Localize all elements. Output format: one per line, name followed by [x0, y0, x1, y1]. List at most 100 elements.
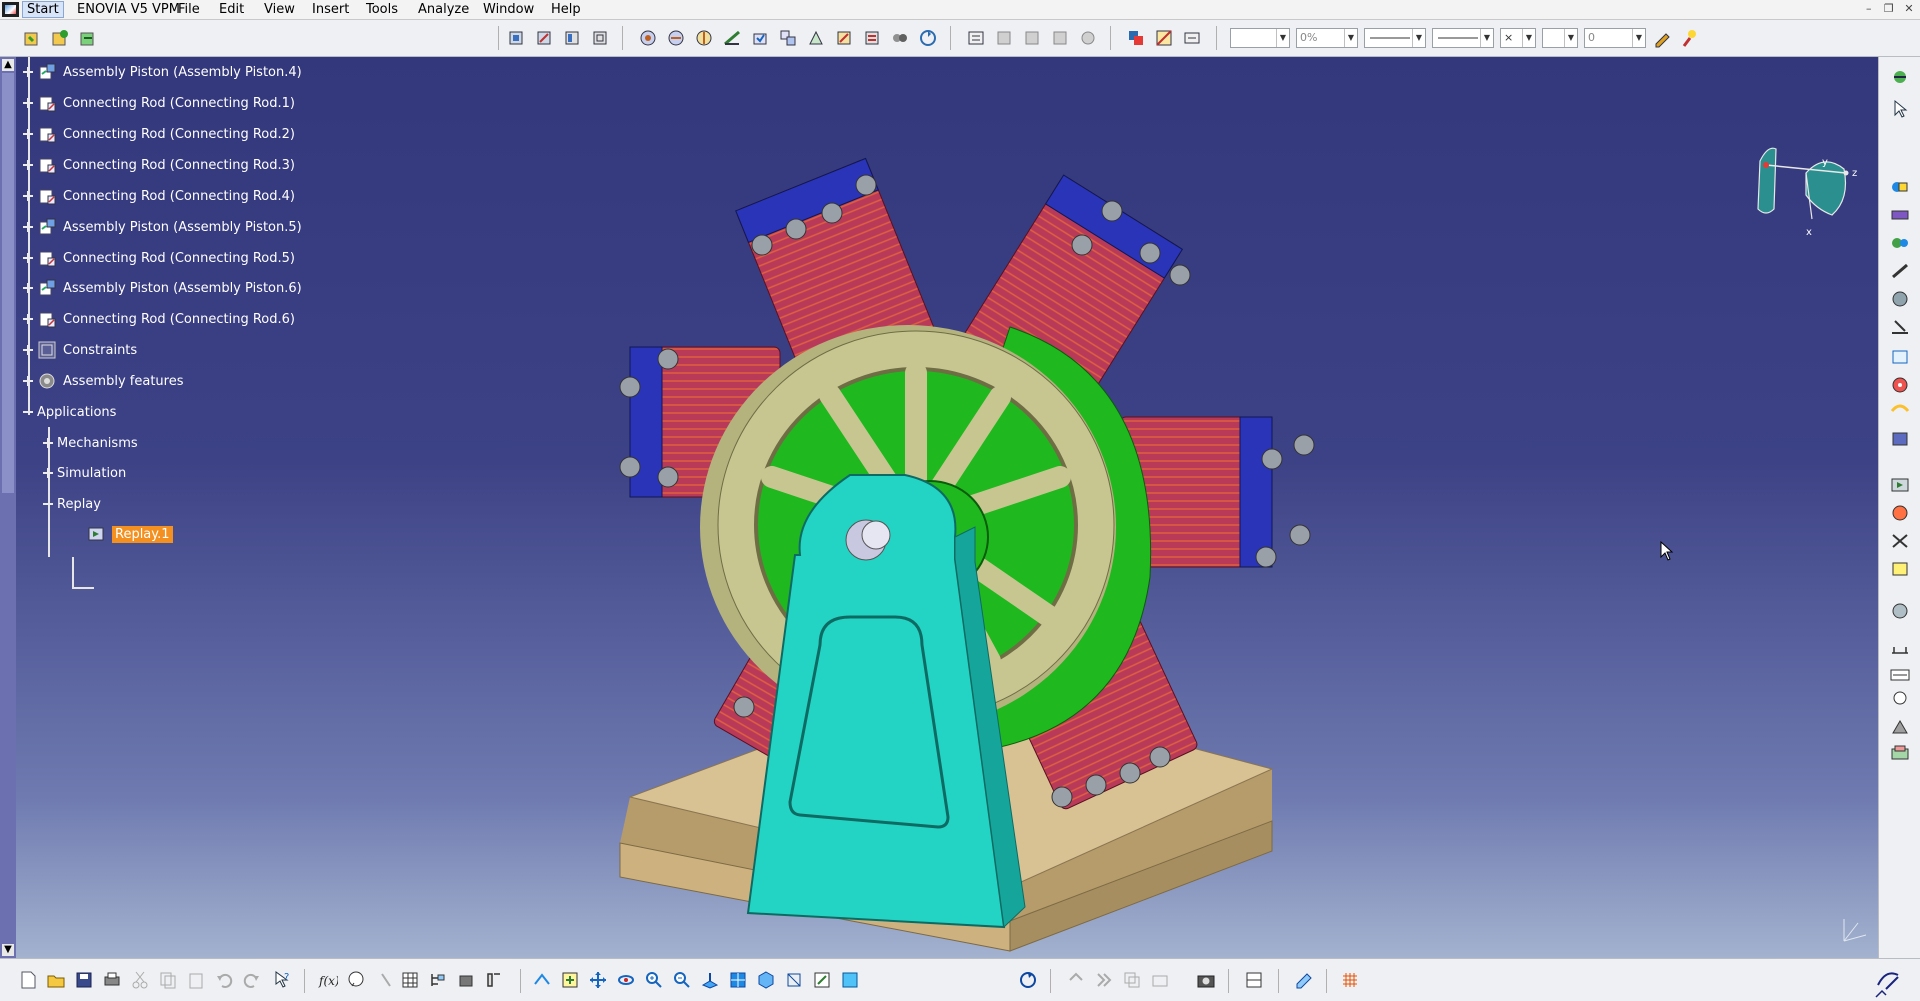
menu-tools[interactable]: Tools	[366, 2, 398, 17]
update-icon[interactable]	[918, 28, 938, 48]
open-folder-icon[interactable]	[46, 970, 66, 990]
tree-item-replay-1[interactable]: Replay.1	[86, 523, 173, 545]
fly-mode-icon[interactable]	[532, 970, 552, 990]
quick-constraint-icon[interactable]	[806, 28, 826, 48]
catia-start-icon[interactable]	[2, 2, 19, 17]
linewidth-combo[interactable]: ▼	[1364, 28, 1426, 48]
expand-icon[interactable]	[23, 283, 33, 293]
3d-viewport[interactable]: ▲ ▼ Assembly Piston (Assembly Piston.4) …	[0, 57, 1878, 958]
collapse-icon[interactable]	[43, 499, 53, 509]
color-combo[interactable]: ▼	[1230, 28, 1290, 48]
compile-simulation-icon[interactable]	[1889, 503, 1911, 523]
tree-item[interactable]: Connecting Rod (Connecting Rod.2)	[23, 123, 295, 145]
contact-constraint-icon[interactable]	[666, 28, 686, 48]
scroll-up-arrow-icon[interactable]: ▲	[2, 59, 14, 71]
pan-icon[interactable]	[588, 970, 608, 990]
change-constraint-icon[interactable]	[862, 28, 882, 48]
tree-item-mechanisms[interactable]: Mechanisms	[43, 432, 138, 454]
undo-icon[interactable]	[214, 970, 234, 990]
copy-icon[interactable]	[158, 970, 178, 990]
forward-icon[interactable]	[1094, 970, 1114, 990]
snap-icon[interactable]	[1022, 28, 1042, 48]
transparency-combo[interactable]: 0% ▼	[1296, 28, 1358, 48]
expand-icon[interactable]	[23, 253, 33, 263]
cable-joint-icon[interactable]	[1889, 401, 1911, 421]
zoom-out-icon[interactable]	[672, 970, 692, 990]
analysis-icon[interactable]	[1889, 67, 1911, 87]
properties-icon[interactable]	[484, 970, 504, 990]
distance-analysis-icon[interactable]	[1182, 28, 1202, 48]
capture-icon[interactable]	[1196, 970, 1216, 990]
expand-icon[interactable]	[23, 222, 33, 232]
specification-tree[interactable]: ▲ ▼ Assembly Piston (Assembly Piston.4) …	[0, 57, 330, 958]
flexible-sub-assembly-icon[interactable]	[834, 28, 854, 48]
multi-view-icon[interactable]	[728, 970, 748, 990]
menu-edit[interactable]: Edit	[219, 2, 244, 17]
tree-item[interactable]: Assembly Piston (Assembly Piston.6)	[23, 277, 302, 299]
layer-combo[interactable]: 0 ▼	[1584, 28, 1646, 48]
expand-icon[interactable]	[23, 67, 33, 77]
cylindrical-joint-icon[interactable]	[1889, 233, 1911, 253]
collapse-icon[interactable]	[23, 407, 33, 417]
expand-icon[interactable]	[23, 314, 33, 324]
menu-analyze[interactable]: Analyze	[418, 2, 469, 17]
tree-item[interactable]: Connecting Rod (Connecting Rod.1)	[23, 92, 295, 114]
menu-insert[interactable]: Insert	[312, 2, 349, 17]
menu-file[interactable]: File	[178, 2, 200, 17]
tree-reorder-icon[interactable]	[428, 970, 448, 990]
tree-item[interactable]: Assembly Piston (Assembly Piston.5)	[23, 216, 302, 238]
scene-icon[interactable]	[1244, 970, 1264, 990]
fix-component-icon[interactable]	[750, 28, 770, 48]
tree-scrollbar[interactable]: ▲ ▼	[0, 57, 16, 958]
group-icon[interactable]	[1150, 970, 1170, 990]
save-icon[interactable]	[74, 970, 94, 990]
reuse-pattern-icon[interactable]	[890, 28, 910, 48]
offset-constraint-icon[interactable]	[694, 28, 714, 48]
measure-item-icon[interactable]	[1294, 970, 1314, 990]
menu-start[interactable]: Start	[22, 1, 64, 18]
existing-component-icon[interactable]	[78, 28, 98, 48]
expand-icon[interactable]	[23, 160, 33, 170]
whats-this-icon[interactable]: ?	[272, 970, 292, 990]
explode-icon[interactable]	[966, 28, 986, 48]
smart-move-icon[interactable]	[1050, 28, 1070, 48]
weld-icon[interactable]	[1889, 717, 1911, 737]
stop-manipulate-icon[interactable]	[994, 28, 1014, 48]
fit-all-icon[interactable]	[560, 970, 580, 990]
rotate-icon[interactable]	[616, 970, 636, 990]
gear-joint-icon[interactable]	[1889, 375, 1911, 395]
revolute-joint-icon[interactable]	[1889, 177, 1911, 197]
design-table-icon[interactable]	[400, 970, 420, 990]
normal-view-icon[interactable]	[700, 970, 720, 990]
angle-constraint-icon[interactable]	[722, 28, 742, 48]
redo-icon[interactable]	[242, 970, 262, 990]
new-file-icon[interactable]	[18, 970, 38, 990]
scroll-down-arrow-icon[interactable]: ▼	[2, 944, 14, 956]
spherical-joint-icon[interactable]	[1889, 289, 1911, 309]
tree-item-simulation[interactable]: Simulation	[43, 462, 126, 484]
expand-icon[interactable]	[23, 98, 33, 108]
fix-together-icon[interactable]	[778, 28, 798, 48]
rendering-style-combo[interactable]: ▼	[1542, 28, 1578, 48]
close-icon[interactable]: ✕	[1902, 2, 1916, 16]
compass-icon[interactable]: y z x	[1746, 139, 1876, 239]
manipulation-icon[interactable]	[1078, 28, 1098, 48]
tree-item[interactable]: Connecting Rod (Connecting Rod.3)	[23, 154, 295, 176]
print-icon[interactable]	[102, 970, 122, 990]
tree-item-applications[interactable]: Applications	[23, 401, 116, 423]
clash-icon[interactable]	[1126, 28, 1146, 48]
point-symbol-combo[interactable]: × ▼	[1500, 28, 1536, 48]
tree-item[interactable]: Assembly Piston (Assembly Piston.4)	[23, 61, 302, 83]
rigid-joint-icon[interactable]	[1889, 347, 1911, 367]
paste-icon[interactable]	[186, 970, 206, 990]
measure-icon[interactable]	[1889, 639, 1911, 659]
insert-component-icon[interactable]	[50, 28, 70, 48]
new-component-icon[interactable]	[506, 28, 526, 48]
tree-item[interactable]: Connecting Rod (Connecting Rod.5)	[23, 247, 295, 269]
screw-joint-icon[interactable]	[1889, 261, 1911, 281]
prismatic-joint-icon[interactable]	[1889, 205, 1911, 225]
lock-selection-icon[interactable]	[1066, 970, 1086, 990]
hide-show-icon[interactable]	[812, 970, 832, 990]
menu-view[interactable]: View	[264, 2, 295, 17]
existing-part-icon[interactable]	[590, 28, 610, 48]
